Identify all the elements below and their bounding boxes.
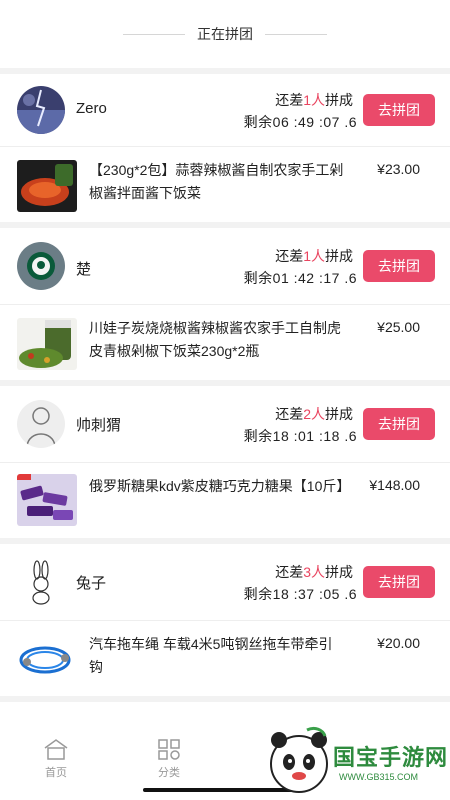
category-icon bbox=[158, 739, 180, 760]
tab-home[interactable]: 首页 bbox=[26, 738, 86, 780]
chili-sauce-image bbox=[17, 160, 77, 212]
need-count-text: 还差1人拼成 bbox=[275, 248, 353, 264]
tab-label: 首页 bbox=[45, 767, 67, 779]
need-count-text: 还差1人拼成 bbox=[275, 92, 353, 108]
user-name: Zero bbox=[76, 100, 107, 117]
product-title: 汽车拖车绳 车载4米5吨钢丝拖车带牵引钩 bbox=[89, 636, 333, 675]
countdown-timer: 剩余01 :42 :17 .6 bbox=[243, 270, 357, 286]
product-price: ¥148.00 bbox=[369, 477, 420, 493]
section-header: 正在拼团 bbox=[0, 0, 450, 68]
product-price: ¥20.00 bbox=[377, 635, 420, 651]
storm-avatar[interactable] bbox=[17, 86, 65, 134]
watermark: 国宝手游网 WWW.GB315.COM bbox=[263, 722, 450, 800]
product-price: ¥25.00 bbox=[377, 319, 420, 335]
starbucks-avatar[interactable] bbox=[17, 242, 65, 290]
header-line-left bbox=[123, 33, 185, 35]
join-group-button[interactable]: 去拼团 bbox=[363, 566, 435, 598]
sketch-avatar[interactable] bbox=[17, 400, 65, 448]
tow-rope-image bbox=[17, 632, 77, 684]
join-group-button[interactable]: 去拼团 bbox=[363, 408, 435, 440]
user-name: 楚 bbox=[76, 261, 92, 278]
product-title: 俄罗斯糖果kdv紫皮糖巧克力糖果【10斤】 bbox=[89, 478, 351, 494]
group-card-chu: 楚 还差1人拼成 剩余01 :42 :17 .6 去拼团 bbox=[0, 230, 450, 302]
product-row[interactable]: 汽车拖车绳 车载4米5吨钢丝拖车带牵引钩 ¥20.00 bbox=[0, 624, 450, 694]
product-row[interactable]: 【230g*2包】蒜蓉辣椒酱自制农家手工剁椒酱拌面酱下饭菜 ¥23.00 bbox=[0, 150, 450, 220]
watermark-url: WWW.GB315.COM bbox=[339, 772, 419, 782]
separator bbox=[0, 696, 450, 702]
group-card-tuzi: 兔子 还差3人拼成 剩余18 :37 :05 .6 去拼团 bbox=[0, 546, 450, 618]
watermark-text: 国宝手游网 bbox=[333, 746, 449, 771]
countdown-timer: 剩余18 :37 :05 .6 bbox=[243, 586, 357, 602]
home-icon bbox=[44, 739, 68, 760]
divider bbox=[0, 620, 450, 621]
product-title: 川娃子炭烧烧椒酱辣椒酱农家手工自制虎皮青椒剁椒下饭菜230g*2瓶 bbox=[89, 320, 341, 359]
product-title: 【230g*2包】蒜蓉辣椒酱自制农家手工剁椒酱拌面酱下饭菜 bbox=[89, 162, 344, 201]
product-row[interactable]: 俄罗斯糖果kdv紫皮糖巧克力糖果【10斤】 ¥148.00 bbox=[0, 466, 450, 536]
divider bbox=[0, 304, 450, 305]
pepper-jar-image bbox=[17, 318, 77, 370]
divider bbox=[0, 462, 450, 463]
product-price: ¥23.00 bbox=[377, 161, 420, 177]
join-group-button[interactable]: 去拼团 bbox=[363, 250, 435, 282]
user-name: 兔子 bbox=[76, 575, 107, 592]
countdown-timer: 剩余18 :01 :18 .6 bbox=[243, 428, 357, 444]
panda-logo-icon bbox=[270, 726, 328, 793]
need-count-text: 还差3人拼成 bbox=[275, 564, 353, 580]
product-row[interactable]: 川娃子炭烧烧椒酱辣椒酱农家手工自制虎皮青椒剁椒下饭菜230g*2瓶 ¥25.00 bbox=[0, 308, 450, 378]
rabbit-avatar[interactable] bbox=[17, 558, 65, 606]
page-title: 正在拼团 bbox=[197, 26, 253, 42]
need-count-text: 还差2人拼成 bbox=[275, 406, 353, 422]
tab-label: 分类 bbox=[158, 767, 180, 779]
separator bbox=[0, 380, 450, 386]
group-card-zero: Zero 还差1人拼成 剩余06 :49 :07 .6 去拼团 bbox=[0, 74, 450, 146]
candy-image bbox=[17, 474, 77, 526]
header-line-right bbox=[265, 33, 327, 35]
separator bbox=[0, 538, 450, 544]
countdown-timer: 剩余06 :49 :07 .6 bbox=[243, 114, 357, 130]
group-card-shuaciwei: 帅刺猬 还差2人拼成 剩余18 :01 :18 .6 去拼团 bbox=[0, 388, 450, 460]
tab-category[interactable]: 分类 bbox=[139, 738, 199, 780]
user-name: 帅刺猬 bbox=[76, 417, 122, 434]
join-group-button[interactable]: 去拼团 bbox=[363, 94, 435, 126]
separator bbox=[0, 222, 450, 228]
divider bbox=[0, 146, 450, 147]
